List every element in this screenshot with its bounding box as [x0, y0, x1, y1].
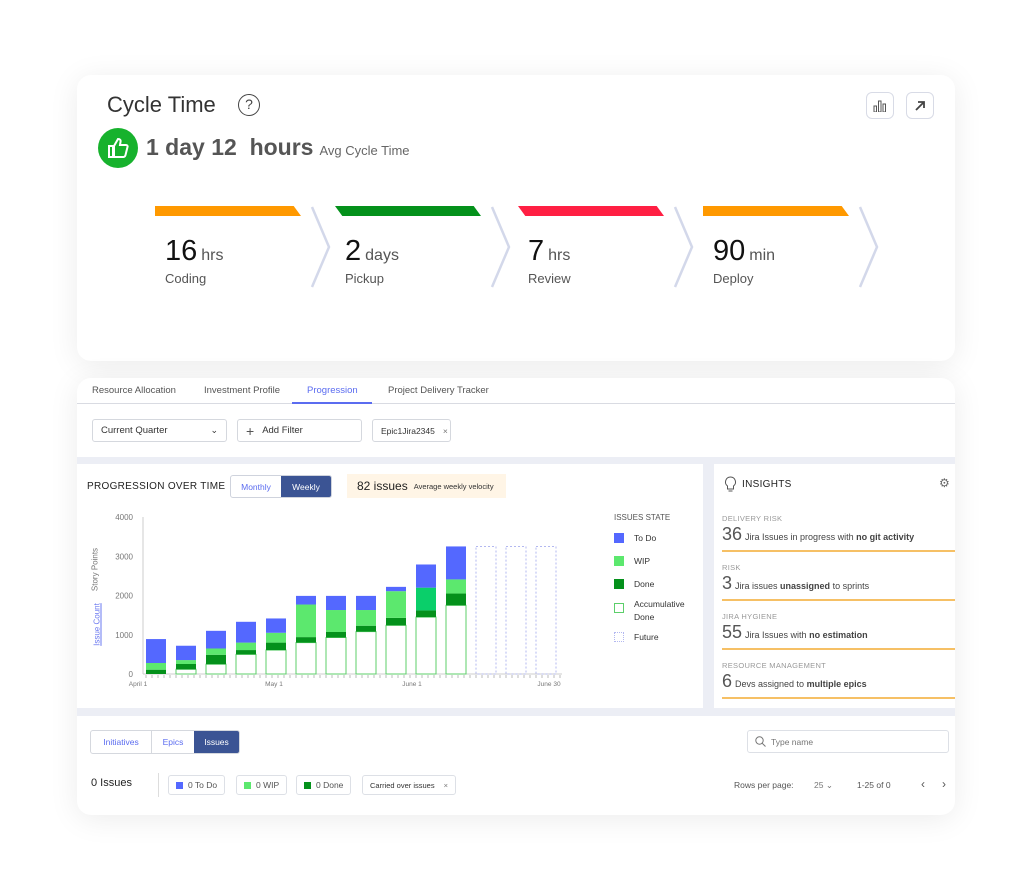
- chip-wip[interactable]: 0 WIP: [236, 775, 288, 795]
- legend-item: Future: [614, 632, 694, 644]
- x-tick-label: April 1: [129, 681, 148, 688]
- chip-done[interactable]: 0 Done: [296, 775, 352, 795]
- x-tick-label: June 1: [402, 681, 422, 688]
- gear-icon[interactable]: ⚙: [939, 476, 950, 490]
- bar-segment-to-do: [236, 621, 256, 643]
- y-tick-label: 4000: [115, 513, 133, 522]
- insight-item[interactable]: RISK 3 Jira issues unassigned to sprints: [722, 563, 955, 601]
- bar-segment-done: [206, 654, 226, 665]
- y-tick-label: 0: [129, 670, 134, 679]
- bar-segment-to-do: [266, 618, 286, 633]
- bar-segment-wip: [266, 632, 286, 643]
- next-page-button[interactable]: ›: [942, 777, 946, 791]
- bar-segment-to-do: [326, 595, 346, 611]
- bar-segment-done: [266, 642, 286, 651]
- bar-segment-wip: [326, 610, 346, 633]
- bar-segment-to-do: [146, 639, 166, 664]
- bar-segment-accumulative-done: [175, 668, 197, 675]
- legend-item: Accumulative Done: [614, 599, 694, 624]
- rows-per-page-select[interactable]: 25 ⌄: [814, 780, 833, 791]
- bar-segment-accumulative-done: [265, 649, 287, 675]
- bar-segment-to-do: [446, 546, 466, 580]
- bar-segment-to-do: [206, 630, 226, 649]
- y-tick-label: 1000: [115, 631, 133, 640]
- future-bar: [475, 545, 497, 675]
- search-box: [747, 730, 949, 753]
- x-tick-label: June 30: [537, 681, 561, 688]
- bar-segment-to-do: [176, 645, 196, 661]
- bar-segment-done: [236, 650, 256, 655]
- progression-chart: 0 1000 2000 3000 4000 April 1 May 1 June 1 June …: [115, 513, 562, 688]
- page-range: 1-25 of 0: [857, 780, 891, 790]
- legend-item: WIP: [614, 556, 694, 568]
- bar-segment-done: [416, 610, 436, 618]
- bar-segment-wip: [206, 648, 226, 655]
- insight-item[interactable]: RESOURCE MANAGEMENT 6 Devs assigned to mu…: [722, 661, 955, 699]
- bar-segment-done: [146, 669, 166, 674]
- bar-segment-accumulative-done: [205, 663, 227, 675]
- bar-segment-to-do: [356, 595, 376, 611]
- search-icon: [755, 736, 766, 747]
- bar-segment-wip: [416, 587, 436, 611]
- insight-item[interactable]: JIRA HYGIENE 55 Jira Issues with no estim…: [722, 612, 955, 650]
- bar-segment-accumulative-done: [415, 616, 437, 675]
- chip-carried-over[interactable]: Carried over issues ×: [362, 775, 456, 795]
- insight-item[interactable]: DELIVERY RISK 36 Jira Issues in progress …: [722, 514, 955, 552]
- segment-control: Initiatives Epics Issues: [90, 730, 240, 754]
- legend-item: To Do: [614, 533, 694, 545]
- bar-segment-wip: [236, 642, 256, 651]
- bar-segment-done: [176, 663, 196, 670]
- lightbulb-icon: [724, 476, 737, 497]
- bar-segment-wip: [146, 663, 166, 670]
- insights-title: INSIGHTS: [742, 479, 792, 490]
- segment-epics[interactable]: Epics: [152, 731, 194, 753]
- bar-segment-accumulative-done: [295, 642, 317, 675]
- future-bar: [535, 545, 557, 675]
- future-bar: [505, 545, 527, 675]
- bar-segment-wip: [386, 591, 406, 618]
- bar-segment-done: [446, 593, 466, 606]
- chevron-down-icon: ⌄: [825, 780, 833, 790]
- bar-segment-wip: [176, 660, 196, 664]
- bar-segment-done: [326, 632, 346, 638]
- y-tick-label: 3000: [115, 552, 133, 561]
- bar-segment-to-do: [386, 586, 406, 592]
- bar-segment-done: [356, 625, 376, 632]
- bar-segment-to-do: [416, 564, 436, 588]
- bar-segment-to-do: [296, 595, 316, 605]
- bar-segment-accumulative-done: [385, 624, 407, 675]
- close-icon[interactable]: ×: [444, 781, 448, 790]
- bar-segment-accumulative-done: [355, 631, 377, 675]
- y-tick-label: 2000: [115, 592, 133, 601]
- search-input[interactable]: [771, 736, 941, 747]
- bar-segment-accumulative-done: [325, 636, 347, 675]
- segment-initiatives[interactable]: Initiatives: [91, 731, 152, 753]
- rows-per-page-label: Rows per page:: [734, 780, 794, 790]
- x-tick-label: May 1: [265, 681, 283, 688]
- bar-segment-accumulative-done: [235, 653, 257, 675]
- legend-item: Done: [614, 579, 694, 591]
- bar-segment-accumulative-done: [445, 604, 467, 675]
- prev-page-button[interactable]: ‹: [921, 777, 925, 791]
- bar-segment-done: [296, 637, 316, 643]
- chip-todo[interactable]: 0 To Do: [168, 775, 226, 795]
- issues-count: 0 Issues: [91, 777, 132, 789]
- bar-segment-done: [386, 617, 406, 626]
- bar-segment-wip: [446, 579, 466, 594]
- bar-segment-wip: [356, 610, 376, 626]
- legend-title: ISSUES STATE: [614, 513, 671, 522]
- segment-issues[interactable]: Issues: [194, 731, 239, 753]
- bar-segment-wip: [296, 604, 316, 638]
